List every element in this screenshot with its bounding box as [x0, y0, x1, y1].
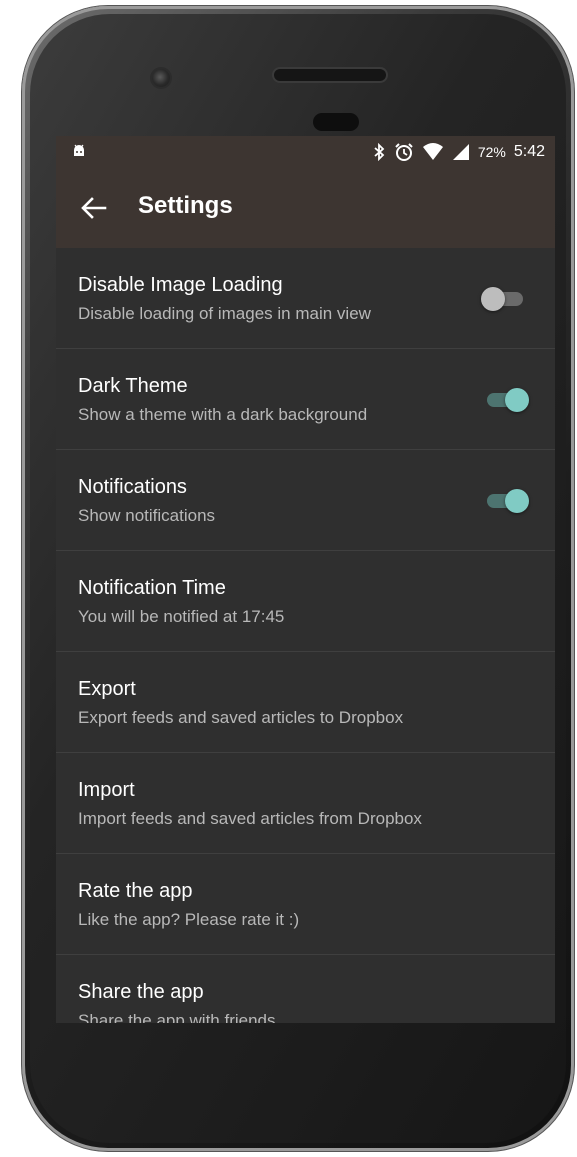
app-bar: Settings	[56, 170, 555, 248]
battery-percent: 72%	[477, 144, 506, 160]
setting-title: Notifications	[78, 476, 187, 498]
proximity-sensor	[313, 113, 359, 131]
front-camera	[152, 69, 170, 87]
settings-list: Disable Image Loading Disable loading of…	[56, 248, 555, 1023]
switch-thumb	[505, 489, 529, 513]
setting-title: Share the app	[78, 981, 204, 1003]
setting-subtitle: Export feeds and saved articles to Dropb…	[78, 708, 404, 727]
switch-thumb	[505, 388, 529, 412]
setting-title: Rate the app	[78, 880, 193, 902]
back-button[interactable]	[76, 190, 112, 226]
setting-subtitle: Share the app with friends	[78, 1011, 276, 1023]
setting-notification-time[interactable]: Notification Time You will be notified a…	[56, 551, 555, 652]
signal-icon	[452, 144, 469, 160]
setting-share-app[interactable]: Share the app Share the app with friends	[56, 955, 555, 1023]
setting-subtitle: Like the app? Please rate it :)	[78, 910, 300, 929]
earpiece-speaker	[274, 69, 386, 81]
setting-subtitle: Show notifications	[78, 506, 216, 525]
setting-dark-theme[interactable]: Dark Theme Show a theme with a dark back…	[56, 349, 555, 450]
setting-notifications[interactable]: Notifications Show notifications	[56, 450, 555, 551]
setting-export[interactable]: Export Export feeds and saved articles t…	[56, 652, 555, 753]
setting-subtitle: Disable loading of images in main view	[78, 304, 371, 323]
switch-thumb	[481, 287, 505, 311]
setting-title: Notification Time	[78, 577, 226, 599]
setting-title: Disable Image Loading	[78, 274, 283, 296]
status-bar: 72% 5:42	[56, 136, 555, 170]
screen: 72% 5:42 Settings Disable Image Loading …	[56, 136, 555, 1023]
wifi-icon	[422, 143, 443, 160]
setting-subtitle: Show a theme with a dark background	[78, 405, 368, 424]
setting-subtitle: You will be notified at 17:45	[78, 607, 285, 626]
page-title: Settings	[138, 192, 233, 219]
setting-title: Dark Theme	[78, 375, 188, 397]
setting-subtitle: Import feeds and saved articles from Dro…	[78, 809, 422, 828]
setting-title: Import	[78, 779, 135, 801]
setting-rate-app[interactable]: Rate the app Like the app? Please rate i…	[56, 854, 555, 955]
android-icon	[72, 144, 86, 163]
notifications-switch[interactable]	[487, 489, 529, 513]
bluetooth-icon	[374, 143, 385, 161]
setting-import[interactable]: Import Import feeds and saved articles f…	[56, 753, 555, 854]
dark-theme-switch[interactable]	[487, 388, 529, 412]
status-time: 5:42	[513, 143, 545, 160]
alarm-icon	[395, 143, 413, 161]
setting-disable-image-loading[interactable]: Disable Image Loading Disable loading of…	[56, 248, 555, 349]
setting-title: Export	[78, 678, 136, 700]
status-icons: 72% 5:42	[372, 142, 545, 162]
arrow-left-icon	[81, 197, 107, 219]
disable-image-loading-switch[interactable]	[481, 287, 523, 311]
